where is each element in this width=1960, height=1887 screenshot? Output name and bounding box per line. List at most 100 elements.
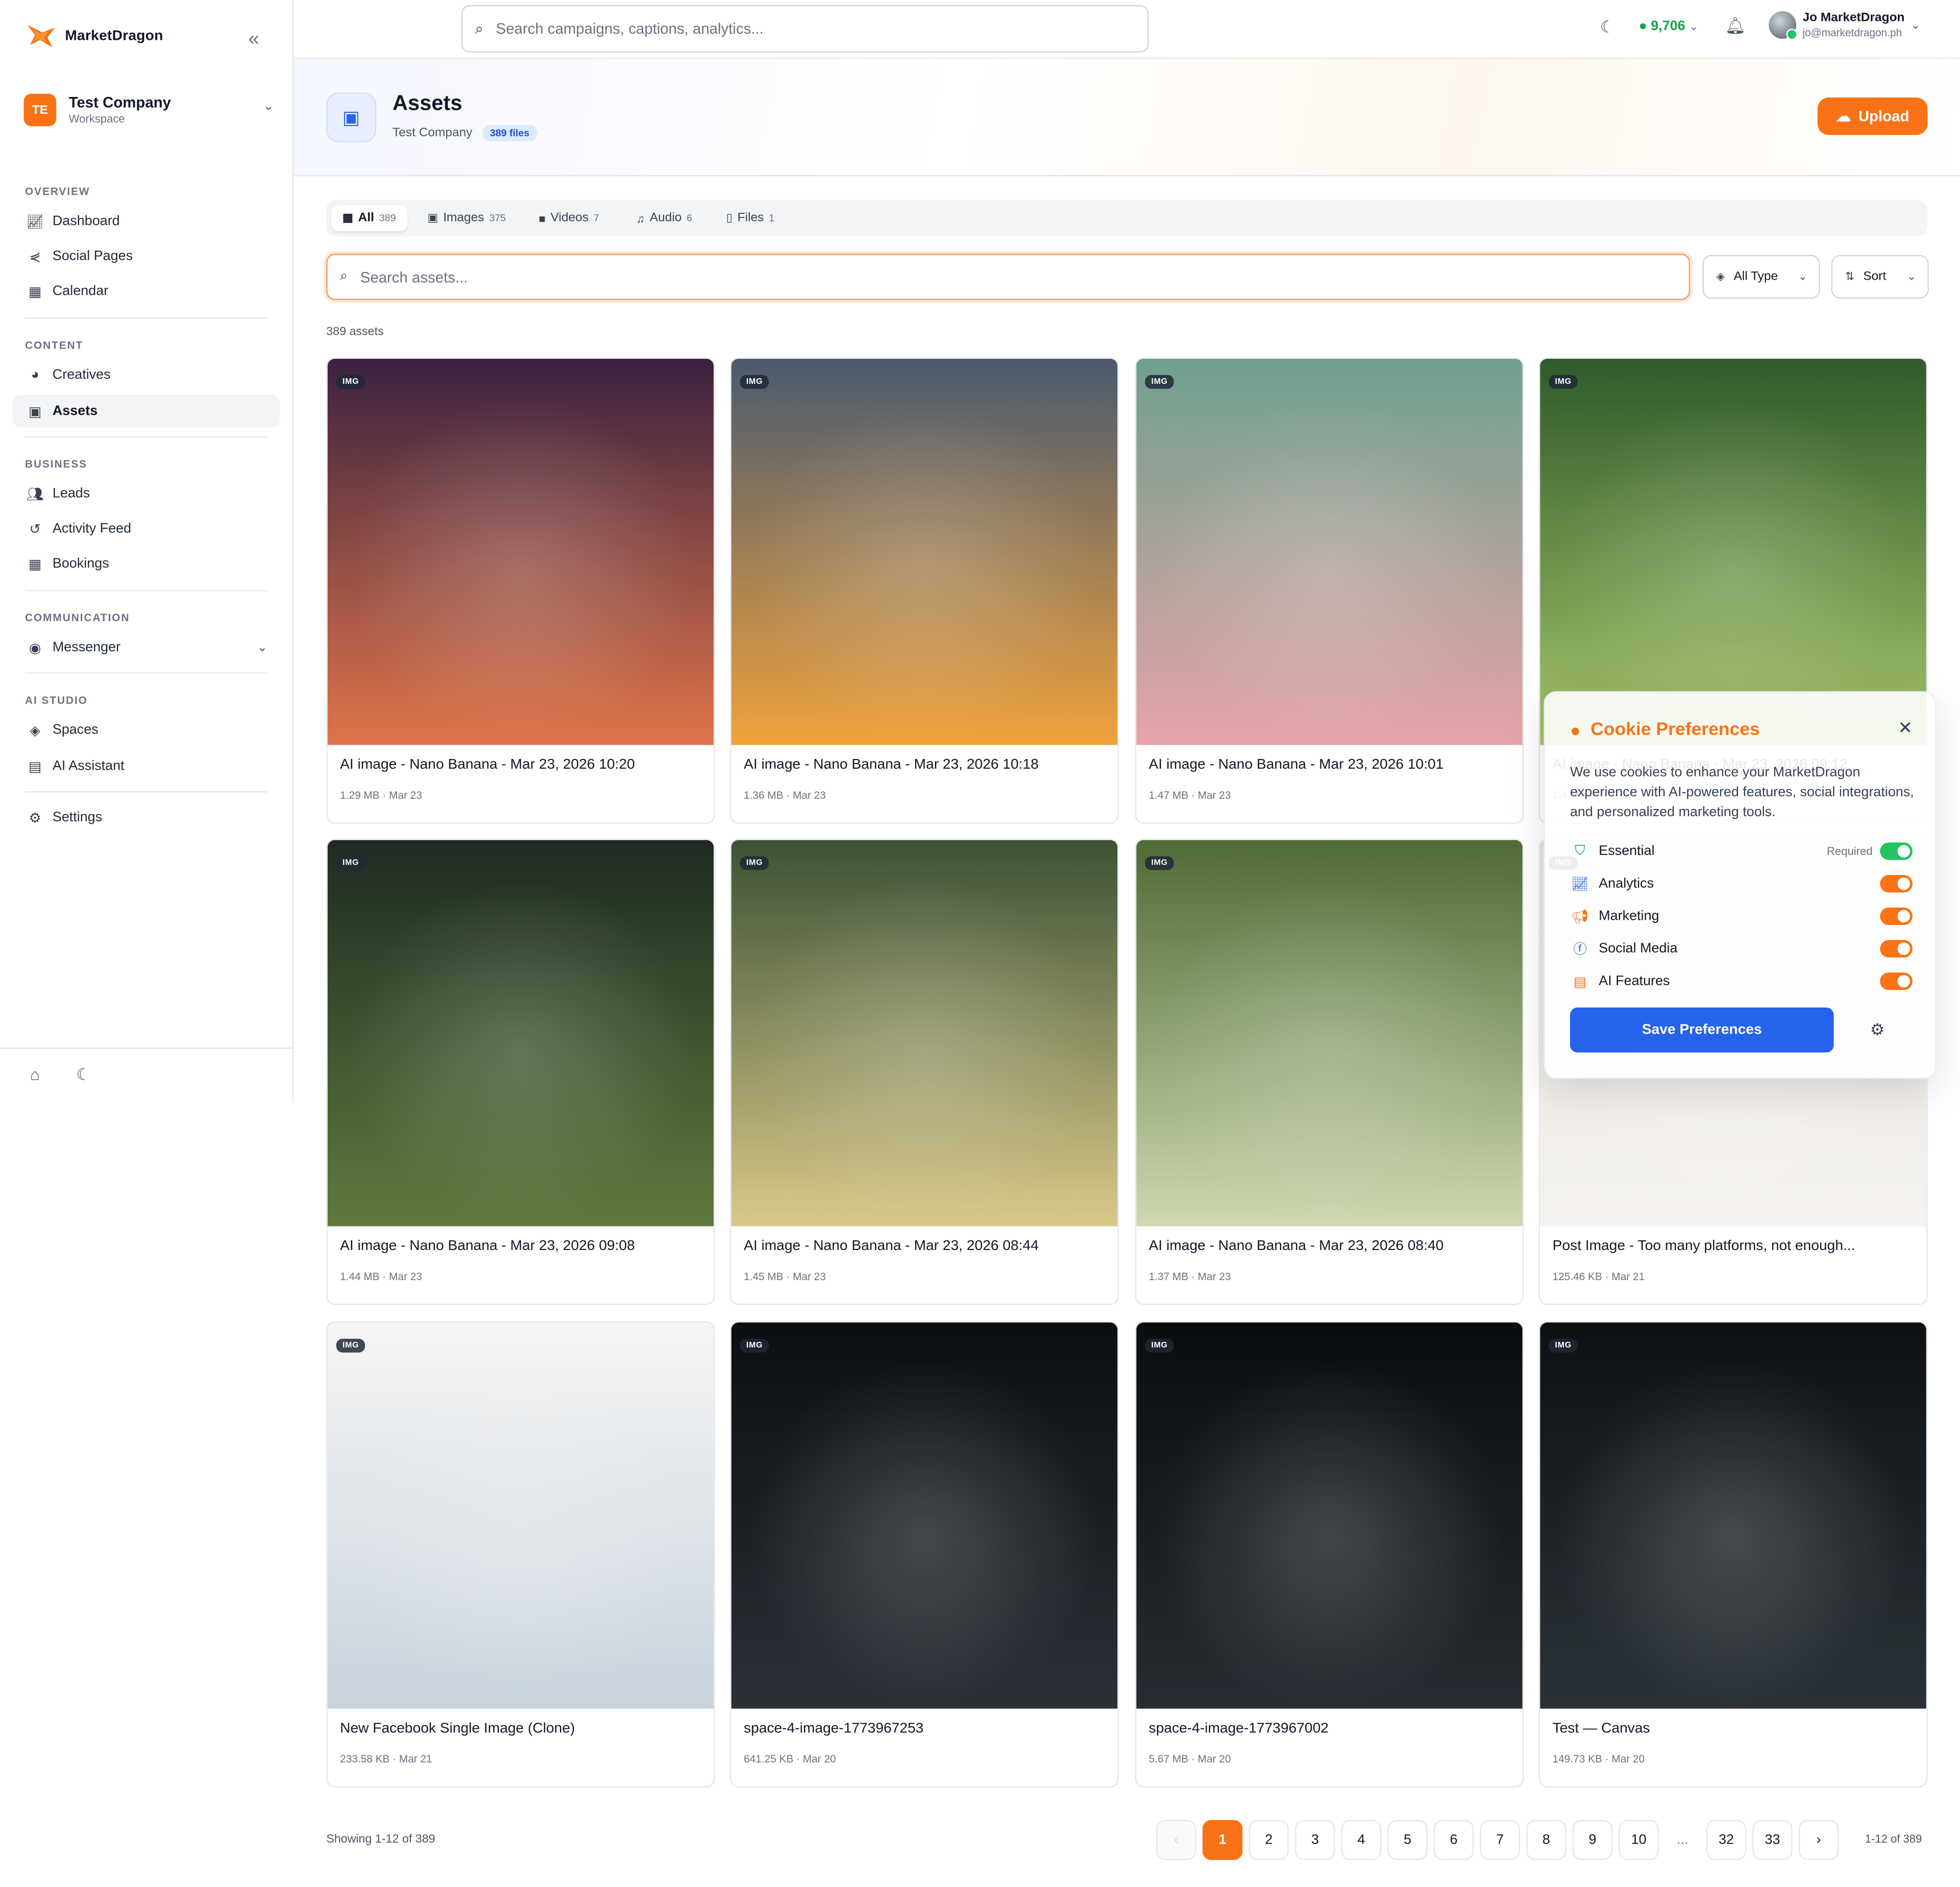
- sidebar-item-activity-feed[interactable]: ↺ Activity Feed: [12, 512, 280, 545]
- asset-card[interactable]: IMG AI image - Nano Banana - Mar 23, 2026…: [1135, 839, 1524, 1305]
- asset-thumbnail: IMG: [731, 358, 1118, 745]
- asset-card[interactable]: IMG space-4-image-1773967002 5.67 MB · Mar…: [1135, 1321, 1524, 1788]
- cookie-toggle[interactable]: [1880, 972, 1913, 990]
- page-button[interactable]: 3: [1295, 1820, 1335, 1860]
- global-search-input[interactable]: [493, 18, 1099, 39]
- page-button[interactable]: 6: [1434, 1820, 1474, 1860]
- page-button[interactable]: 8: [1526, 1820, 1566, 1860]
- upload-button[interactable]: ☁ Upload: [1817, 97, 1928, 135]
- tab-all[interactable]: ▦ All 389: [331, 205, 407, 232]
- sidebar-item-social-pages[interactable]: ⋞ Social Pages: [12, 240, 280, 273]
- page-button[interactable]: 10: [1619, 1820, 1659, 1860]
- asset-card[interactable]: IMG AI image - Nano Banana - Mar 23, 2026…: [326, 357, 715, 824]
- cookie-pref-label: Marketing: [1599, 909, 1659, 924]
- asset-search[interactable]: ⌕: [326, 254, 1690, 300]
- tab-videos[interactable]: ■ Videos 7: [527, 205, 610, 231]
- moon-icon[interactable]: ☾: [76, 1065, 91, 1085]
- cookie-toggle[interactable]: [1880, 875, 1913, 893]
- brand-logo[interactable]: MarketDragon: [25, 22, 163, 50]
- tab-count: 375: [489, 212, 506, 224]
- user-menu[interactable]: Jo MarketDragon jo@marketdragon.ph ⌄: [1769, 11, 1920, 40]
- asset-card[interactable]: IMG AI image - Nano Banana - Mar 23, 2026…: [326, 839, 715, 1305]
- asset-meta: 149.73 KB · Mar 20: [1552, 1752, 1645, 1765]
- toggle-knob: [1897, 845, 1910, 858]
- credits-value: 9,706: [1651, 18, 1685, 34]
- user-email: jo@marketdragon.ph: [1802, 26, 1902, 39]
- sidebar-item-dashboard[interactable]: 📈︎ Dashboard: [12, 205, 280, 238]
- sidebar-item-ai-assistant[interactable]: ▤ AI Assistant: [12, 750, 280, 782]
- cookie-pref-row: ⓕ Social Media: [1570, 938, 1913, 960]
- asset-title: Test — Canvas: [1552, 1721, 1650, 1736]
- tab-label: Images: [443, 211, 484, 225]
- showing-range: Showing 1-12 of 389: [326, 1832, 435, 1847]
- sidebar-item-leads[interactable]: 👥︎ Leads: [12, 478, 280, 510]
- sidebar-item-settings[interactable]: ⚙ Settings: [12, 801, 280, 834]
- cookie-pref-label: Essential: [1599, 844, 1655, 859]
- page-button[interactable]: 4: [1341, 1820, 1382, 1860]
- page-button[interactable]: 33: [1752, 1820, 1793, 1860]
- section-overview: OVERVIEW: [24, 185, 90, 198]
- pagination-ellipsis: ...: [1677, 1832, 1688, 1848]
- page-button[interactable]: 2: [1248, 1820, 1289, 1860]
- asset-card[interactable]: IMG space-4-image-1773967253 641.25 KB · M…: [730, 1321, 1119, 1788]
- cookie-description: We use cookies to enhance your MarketDra…: [1570, 765, 1914, 820]
- sidebar-item-spaces[interactable]: ◈ Spaces: [12, 714, 280, 746]
- tab-label: Files: [737, 211, 764, 225]
- tab-files[interactable]: ▯ Files 1: [715, 205, 786, 231]
- cookie-toggle[interactable]: [1880, 907, 1913, 925]
- palette-icon: ◕: [31, 367, 39, 383]
- video-icon: ■: [538, 212, 546, 225]
- credits-button[interactable]: ● 9,706 ⌄: [1639, 19, 1699, 34]
- asset-thumbnail: IMG: [731, 840, 1118, 1227]
- page-button[interactable]: 7: [1480, 1820, 1520, 1860]
- asset-card[interactable]: IMG AI image - Nano Banana - Mar 23, 2026…: [1135, 357, 1524, 824]
- bell-icon[interactable]: 🔔︎: [1725, 16, 1746, 36]
- sidebar-item-messenger[interactable]: ◉ Messenger ⌄: [12, 631, 280, 664]
- sidebar-item-label: Calendar: [52, 283, 109, 299]
- asset-card[interactable]: IMG New Facebook Single Image (Clone) 233.…: [326, 1321, 715, 1788]
- image-type-badge: IMG: [336, 375, 365, 389]
- asset-card[interactable]: IMG AI image - Nano Banana - Mar 23, 2026…: [730, 839, 1119, 1305]
- sidebar-item-assets[interactable]: ▣ Assets: [12, 395, 280, 428]
- grid-icon: ▦: [342, 211, 353, 224]
- sidebar-item-creatives[interactable]: ◕ Creatives: [12, 359, 280, 391]
- divider: [24, 590, 268, 592]
- global-search[interactable]: ⌕: [461, 5, 1149, 53]
- collapse-sidebar-icon[interactable]: «: [242, 30, 265, 53]
- tab-audio[interactable]: ♫ Audio 6: [625, 205, 704, 231]
- close-icon[interactable]: ✕: [1898, 718, 1913, 739]
- type-filter-select[interactable]: ◈ All Type ⌄: [1702, 255, 1820, 299]
- tab-images[interactable]: ▣ Images 375: [416, 205, 518, 231]
- asset-meta: 1.37 MB · Mar 23: [1148, 1270, 1231, 1283]
- asset-title: space-4-image-1773967002: [1148, 1721, 1329, 1736]
- chevron-down-icon: ⌄: [1798, 269, 1808, 283]
- asset-card[interactable]: IMG AI image - Nano Banana - Mar 23, 2026…: [730, 357, 1119, 824]
- sidebar-item-bookings[interactable]: ▦ Bookings: [12, 548, 280, 580]
- workspace-switcher[interactable]: TE Test Company Workspace ⌄: [23, 90, 274, 130]
- page-button[interactable]: 1: [1202, 1820, 1243, 1860]
- next-page-button[interactable]: ›: [1799, 1820, 1839, 1860]
- save-preferences-button[interactable]: Save Preferences: [1570, 1007, 1834, 1053]
- pagination-range: 1-12 of 389: [1865, 1832, 1922, 1845]
- page-button[interactable]: 32: [1706, 1820, 1747, 1860]
- section-communication: COMMUNICATION: [24, 611, 130, 624]
- divider: [24, 436, 268, 438]
- sidebar-item-calendar[interactable]: ▦ Calendar: [12, 275, 280, 308]
- asset-card[interactable]: IMG Test — Canvas 149.73 KB · Mar 20: [1538, 1321, 1928, 1788]
- image-type-badge: IMG: [1549, 1338, 1578, 1353]
- prev-page-button[interactable]: ‹: [1156, 1820, 1196, 1860]
- asset-thumbnail: IMG: [731, 1322, 1118, 1709]
- cookie-toggle[interactable]: [1880, 940, 1913, 958]
- page-button[interactable]: 5: [1387, 1820, 1428, 1860]
- gear-icon[interactable]: ⚙: [1870, 1020, 1885, 1040]
- home-icon[interactable]: ⌂: [30, 1065, 40, 1084]
- asset-meta: 1.29 MB · Mar 23: [340, 789, 422, 801]
- sort-select[interactable]: ⇅ Sort ⌄: [1831, 255, 1929, 299]
- cookie-toggle[interactable]: [1880, 842, 1913, 860]
- sidebar-item-label: Activity Feed: [52, 521, 132, 536]
- asset-title: AI image - Nano Banana - Mar 23, 2026 08…: [1148, 1238, 1444, 1254]
- facebook-icon: ⓕ: [1573, 942, 1587, 958]
- asset-search-input[interactable]: [357, 266, 1613, 287]
- page-button[interactable]: 9: [1572, 1820, 1613, 1860]
- theme-toggle-icon[interactable]: ☾: [1600, 17, 1615, 37]
